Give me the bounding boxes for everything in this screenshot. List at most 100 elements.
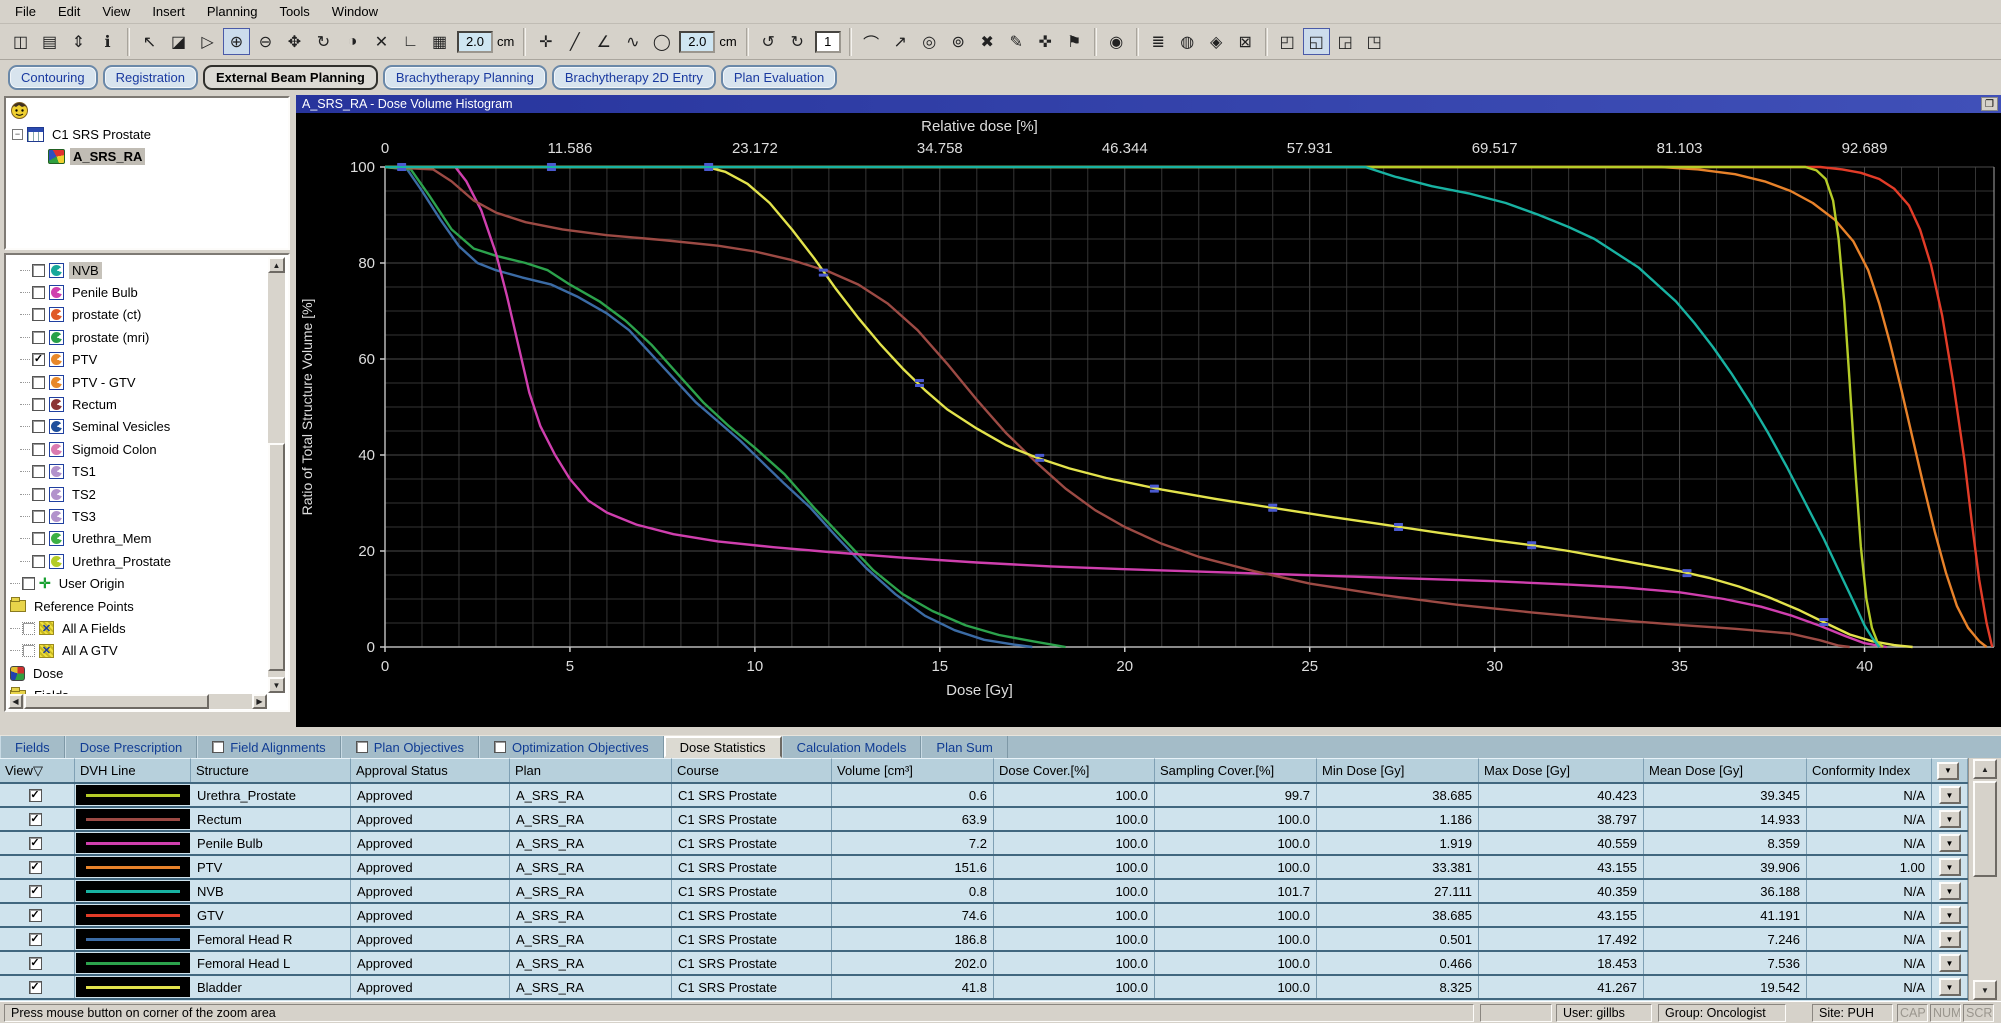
tab-checkbox[interactable] — [494, 741, 506, 753]
open-patient-icon[interactable]: ◫ — [7, 28, 34, 55]
structure-checkbox[interactable]: ✓ — [32, 353, 45, 366]
module-tab-external-beam-planning[interactable]: External Beam Planning — [203, 65, 378, 90]
view-checkbox[interactable]: ✓ — [29, 837, 42, 850]
pointer-select-icon[interactable]: ▷ — [194, 28, 221, 55]
structure-vscrollbar[interactable]: ▲ ▼ — [268, 257, 285, 693]
tree-item-prostate-ct-[interactable]: prostate (ct) — [20, 305, 144, 325]
view-checkbox[interactable]: ✓ — [29, 789, 42, 802]
structure-checkbox[interactable] — [32, 308, 45, 321]
tab-dose-statistics[interactable]: Dose Statistics — [664, 736, 782, 758]
ruler-icon[interactable]: ∟ — [397, 28, 424, 55]
rotate-cw-icon[interactable]: ↻ — [784, 28, 811, 55]
plane-number-input[interactable] — [815, 31, 841, 53]
spline-measure-icon[interactable]: ∿ — [619, 28, 646, 55]
course-node[interactable]: − C1 SRS Prostate — [12, 124, 154, 144]
tree-item-urethra-prostate[interactable]: Urethra_Prostate — [20, 551, 174, 571]
table-scroll-up-icon[interactable]: ▲ — [1973, 759, 1997, 779]
tab-checkbox[interactable] — [356, 741, 368, 753]
tab-optimization-objectives[interactable]: Optimization Objectives — [479, 736, 664, 758]
dose-planes-icon[interactable]: ≣ — [1145, 28, 1172, 55]
table-row[interactable]: ✓Penile BulbApprovedA_SRS_RAC1 SRS Prost… — [0, 832, 1968, 856]
zoom-out-icon[interactable]: ⊖ — [252, 28, 279, 55]
expand-3d-icon[interactable]: ⊠ — [1232, 28, 1259, 55]
header-dropdown-icon[interactable]: ▼ — [1937, 762, 1959, 780]
tree-item-dose[interactable]: Dose — [10, 663, 66, 683]
view-checkbox[interactable]: ✓ — [29, 909, 42, 922]
measure-size-input[interactable] — [679, 31, 715, 53]
table-row[interactable]: ✓GTVApprovedA_SRS_RAC1 SRS Prostate74.61… — [0, 904, 1968, 928]
plot-info-icon[interactable]: ◰ — [1274, 28, 1301, 55]
structure-checkbox[interactable] — [32, 488, 45, 501]
tree-item-ts1[interactable]: TS1 — [20, 462, 99, 482]
structure-checkbox[interactable] — [32, 376, 45, 389]
view-checkbox[interactable]: ✓ — [29, 885, 42, 898]
structure-hscrollbar[interactable]: ◀ ▶ — [8, 694, 267, 709]
fields-checkbox[interactable] — [22, 622, 35, 635]
structure-checkbox[interactable] — [32, 532, 45, 545]
plan-node[interactable]: A_SRS_RA — [48, 146, 145, 166]
view-checkbox[interactable]: ✓ — [29, 981, 42, 994]
info-icon[interactable]: ℹ — [94, 28, 121, 55]
tab-calculation-models[interactable]: Calculation Models — [782, 736, 922, 758]
table-row[interactable]: ✓Femoral Head RApprovedA_SRS_RAC1 SRS Pr… — [0, 928, 1968, 952]
table-scroll-down-icon[interactable]: ▼ — [1973, 980, 1997, 1000]
tree-item-reference-points[interactable]: Reference Points — [10, 596, 137, 616]
delete-contour-icon[interactable]: ✖ — [974, 28, 1001, 55]
fields-checkbox[interactable] — [22, 644, 35, 657]
dose-cloud-icon[interactable]: ◍ — [1174, 28, 1201, 55]
approve-stamp-icon[interactable]: ⚑ — [1061, 28, 1088, 55]
menu-edit[interactable]: Edit — [47, 2, 91, 21]
search-contour-icon[interactable]: ◉ — [1103, 28, 1130, 55]
tree-item-all-a-gtv[interactable]: ✕All A GTV — [10, 641, 121, 661]
circle-measure-icon[interactable]: ◯ — [648, 28, 675, 55]
scroll-down-icon[interactable]: ▼ — [268, 677, 285, 693]
pan-icon[interactable]: ✥ — [281, 28, 308, 55]
pointer-icon[interactable]: ↖ — [136, 28, 163, 55]
structure-checkbox[interactable] — [32, 465, 45, 478]
table-vscrollbar[interactable]: ▲ ▼ — [1968, 758, 2001, 1001]
structure-checkbox[interactable] — [32, 286, 45, 299]
menu-file[interactable]: File — [4, 2, 47, 21]
structure-checkbox[interactable] — [32, 443, 45, 456]
view-checkbox[interactable]: ✓ — [29, 813, 42, 826]
contrast-icon[interactable]: ◑ — [339, 28, 366, 55]
gradient-tool-icon[interactable]: ↗ — [887, 28, 914, 55]
grid-icon[interactable]: ▦ — [426, 28, 453, 55]
tree-item-seminal-vesicles[interactable]: Seminal Vesicles — [20, 417, 173, 437]
filter-icon[interactable]: ▽ — [33, 763, 43, 779]
menu-window[interactable]: Window — [321, 2, 389, 21]
import-export-icon[interactable]: ⇕ — [65, 28, 92, 55]
menu-planning[interactable]: Planning — [196, 2, 269, 21]
tree-item-all-a-fields[interactable]: ✕All A Fields — [10, 618, 129, 638]
menu-insert[interactable]: Insert — [141, 2, 196, 21]
dvh-window-titlebar[interactable]: A_SRS_RA - Dose Volume Histogram ❐ — [296, 95, 2001, 113]
table-scroll-thumb[interactable] — [1973, 781, 1997, 877]
structure-checkbox[interactable] — [32, 420, 45, 433]
zoom-in-icon[interactable]: ⊕ — [223, 28, 250, 55]
rotate-ccw-icon[interactable]: ↺ — [755, 28, 782, 55]
angle-measure-icon[interactable]: ∠ — [590, 28, 617, 55]
row-dropdown-icon[interactable]: ▼ — [1939, 786, 1961, 804]
menu-tools[interactable]: Tools — [268, 2, 320, 21]
row-dropdown-icon[interactable]: ▼ — [1939, 834, 1961, 852]
maximize-icon[interactable]: ❐ — [1981, 97, 1998, 111]
row-dropdown-icon[interactable]: ▼ — [1939, 954, 1961, 972]
tree-item-ptv-gtv[interactable]: PTV - GTV — [20, 372, 139, 392]
contour-margin-icon[interactable]: ◎ — [916, 28, 943, 55]
table-row[interactable]: ✓BladderApprovedA_SRS_RAC1 SRS Prostate4… — [0, 976, 1968, 1000]
contour-boolean-icon[interactable]: ⊚ — [945, 28, 972, 55]
module-tab-plan-evaluation[interactable]: Plan Evaluation — [721, 65, 837, 90]
draw-contour-icon[interactable]: ✎ — [1003, 28, 1030, 55]
room-view-icon[interactable]: ◈ — [1203, 28, 1230, 55]
tree-item-ts3[interactable]: TS3 — [20, 506, 99, 526]
tree-item-prostate-mri-[interactable]: prostate (mri) — [20, 327, 152, 347]
tree-item-ts2[interactable]: TS2 — [20, 484, 99, 504]
table-row[interactable]: ✓Urethra_ProstateApprovedA_SRS_RAC1 SRS … — [0, 784, 1968, 808]
center-image-icon[interactable]: ✕ — [368, 28, 395, 55]
row-dropdown-icon[interactable]: ▼ — [1939, 906, 1961, 924]
row-dropdown-icon[interactable]: ▼ — [1939, 930, 1961, 948]
tree-item-rectum[interactable]: Rectum — [20, 394, 120, 414]
profile-tool-icon[interactable]: ⌒ — [858, 28, 885, 55]
row-dropdown-icon[interactable]: ▼ — [1939, 882, 1961, 900]
view-checkbox[interactable]: ✓ — [29, 861, 42, 874]
